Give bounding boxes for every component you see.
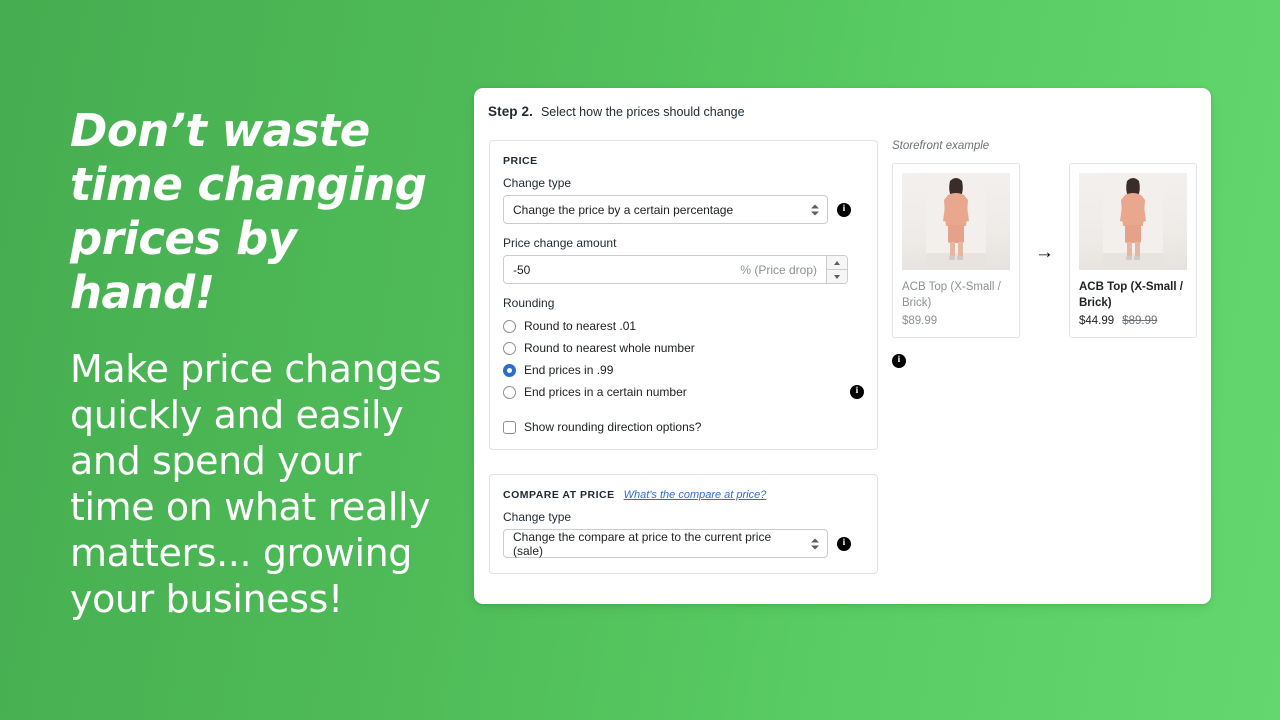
price-change-amount-input[interactable]: -50 % (Price drop) [503, 255, 848, 284]
price-old-value: $89.99 [1122, 315, 1158, 327]
promo-body: Make price changes quickly and easily an… [70, 347, 442, 621]
preview-cards-row: ACB Top (X-Small / Brick) $89.99 → ACB T… [892, 163, 1202, 341]
compare-at-price-help-link[interactable]: What's the compare at price? [624, 489, 767, 501]
compare-change-type-row: Change the compare at price to the curre… [503, 529, 864, 558]
compare-at-price-panel: COMPARE AT PRICE What's the compare at p… [489, 474, 878, 574]
price-change-amount-suffix: % (Price drop) [740, 262, 817, 277]
step-label: Step 2. [488, 104, 533, 119]
preview-footer: i [892, 354, 1202, 368]
change-type-select-value: Change the price by a certain percentage [513, 202, 734, 217]
change-type-label: Change type [503, 176, 572, 190]
product-card-after: ACB Top (X-Small / Brick) $44.99 $89.99 [1069, 163, 1197, 338]
info-icon[interactable]: i [850, 385, 864, 399]
radio-icon [503, 385, 516, 399]
chevron-updown-icon [810, 202, 819, 217]
compare-change-type-select-value: Change the compare at price to the curre… [513, 529, 772, 558]
rounding-option-label: End prices in .99 [524, 363, 614, 377]
model-illustration-icon [926, 173, 986, 270]
product-image [1079, 173, 1187, 270]
radio-icon [503, 319, 516, 333]
change-type-row: Change the price by a certain percentage… [503, 195, 864, 224]
rounding-label: Rounding [503, 296, 555, 310]
info-icon[interactable]: i [837, 202, 851, 217]
rounding-option-nearest-01[interactable]: Round to nearest .01 [503, 315, 864, 337]
rounding-option-whole-number[interactable]: Round to nearest whole number [503, 337, 864, 359]
step-description: Select how the prices should change [540, 105, 745, 119]
rounding-option-label: End prices in a certain number [524, 385, 687, 399]
rounding-option-label: Round to nearest whole number [524, 341, 695, 355]
show-rounding-direction-label: Show rounding direction options? [524, 420, 702, 434]
compare-change-type-select[interactable]: Change the compare at price to the curre… [503, 529, 828, 558]
change-type-select[interactable]: Change the price by a certain percentage [503, 195, 828, 224]
stepper-down-button[interactable] [827, 269, 847, 283]
compare-change-type-label: Change type [503, 510, 572, 524]
price-change-amount-value: -50 [513, 262, 531, 277]
radio-icon [503, 341, 516, 355]
info-icon[interactable]: i [837, 536, 851, 551]
product-title: ACB Top (X-Small / Brick) [1079, 281, 1183, 309]
stepper-up-button[interactable] [827, 256, 847, 269]
price-panel: PRICE Change type Change the price by a … [489, 140, 878, 450]
product-title: ACB Top (X-Small / Brick) [902, 281, 1001, 309]
promo-headline: Don’t waste time changing prices by hand… [70, 104, 427, 319]
price-change-amount-label: Price change amount [503, 236, 617, 250]
arrow-right-icon: → [1035, 241, 1054, 263]
rounding-option-certain-number-row: End prices in a certain number i [503, 381, 864, 403]
form-column: PRICE Change type Change the price by a … [489, 140, 878, 574]
rounding-option-label: Round to nearest .01 [524, 319, 637, 333]
app-card: Step 2. Select how the prices should cha… [474, 88, 1211, 604]
compare-panel-header: COMPARE AT PRICE What's the compare at p… [503, 489, 864, 501]
model-illustration-icon [1103, 173, 1163, 270]
show-rounding-direction-checkbox[interactable]: Show rounding direction options? [503, 420, 864, 434]
product-price: $44.99 $89.99 [1079, 315, 1187, 327]
storefront-preview: Storefront example ACB Top (X-Small / Br… [892, 140, 1202, 368]
chevron-updown-icon [810, 536, 819, 551]
promo-section: Don’t waste time changing prices by hand… [70, 104, 450, 622]
compare-panel-title: COMPARE AT PRICE [503, 489, 615, 501]
radio-icon-selected [503, 363, 516, 377]
product-price: $89.99 [902, 315, 1010, 327]
storefront-preview-title: Storefront example [892, 140, 990, 152]
price-value: $89.99 [902, 315, 938, 327]
price-panel-title: PRICE [503, 155, 538, 167]
rounding-option-certain-number[interactable]: End prices in a certain number [503, 381, 687, 403]
product-image [902, 173, 1010, 270]
rounding-option-end-99[interactable]: End prices in .99 [503, 359, 864, 381]
checkbox-icon [503, 420, 516, 434]
step-header: Step 2. Select how the prices should cha… [488, 104, 745, 119]
quantity-stepper[interactable] [826, 256, 847, 283]
price-new-value: $44.99 [1079, 315, 1115, 327]
info-icon[interactable]: i [892, 354, 906, 368]
product-card-before: ACB Top (X-Small / Brick) $89.99 [892, 163, 1020, 338]
